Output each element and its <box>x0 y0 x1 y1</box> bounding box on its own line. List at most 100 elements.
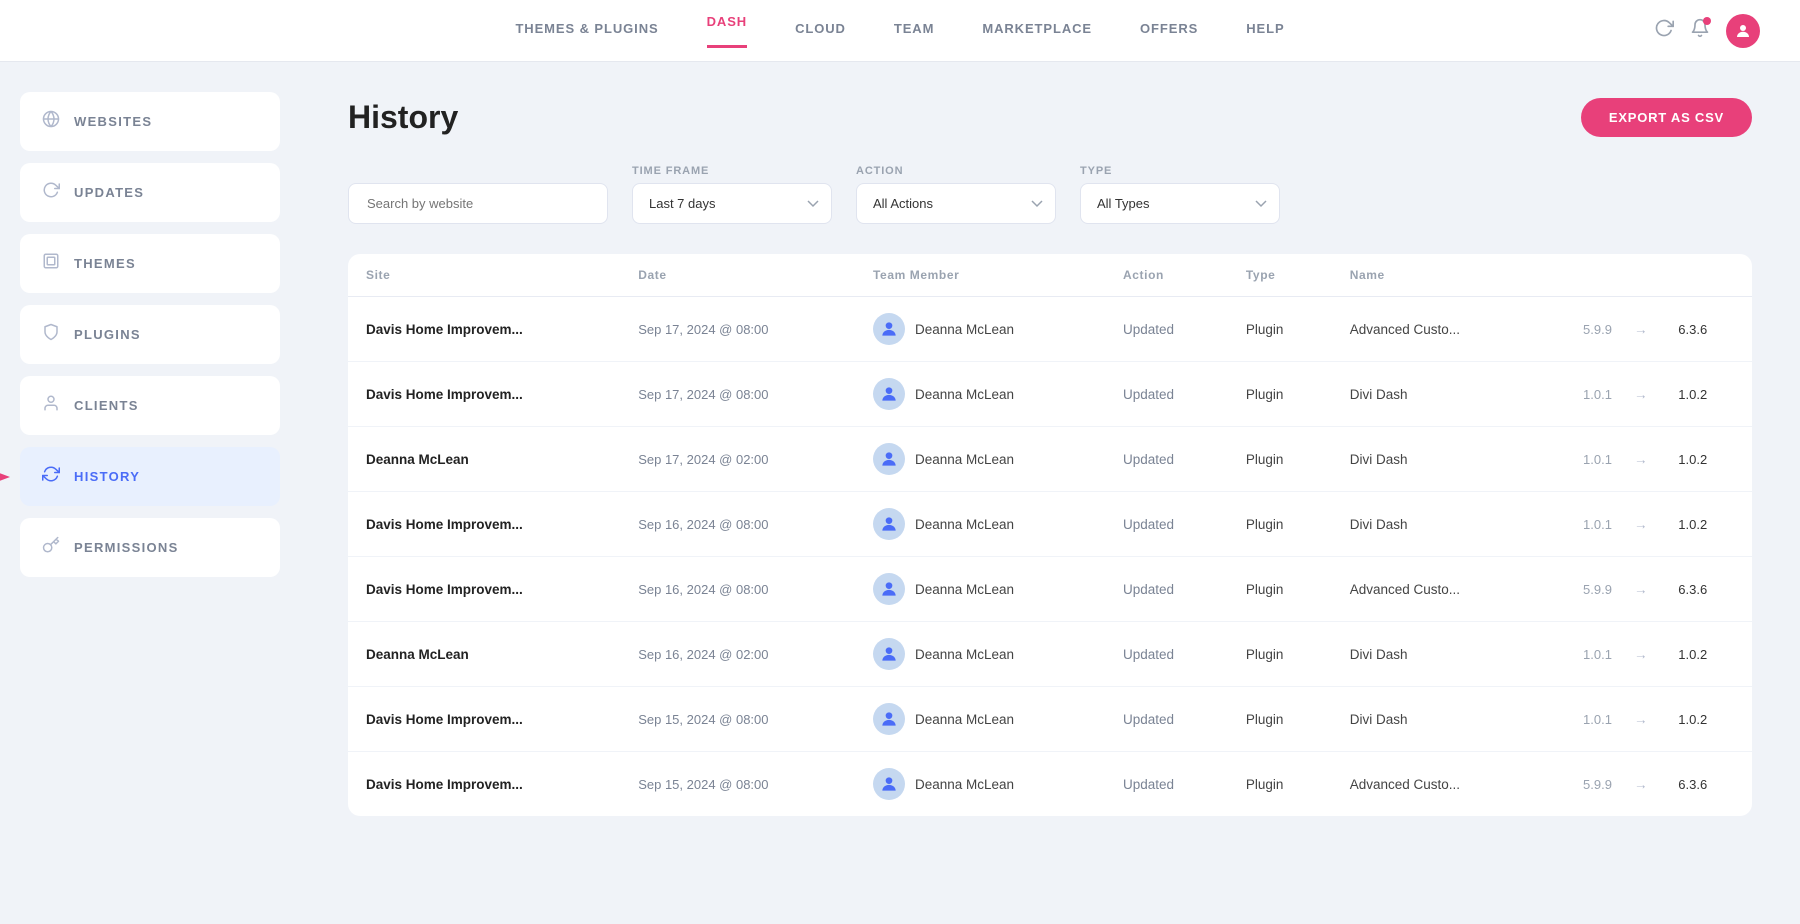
cell-name: Advanced Custo... <box>1332 297 1539 362</box>
sidebar-item-history[interactable]: HISTORY <box>20 447 280 506</box>
table-row: Davis Home Improvem... Sep 16, 2024 @ 08… <box>348 492 1752 557</box>
col-member: Team Member <box>855 254 1105 297</box>
nav-help[interactable]: HELP <box>1246 21 1284 40</box>
nav-right <box>1654 14 1760 48</box>
sidebar-label-websites: WEBSITES <box>74 114 152 129</box>
member-avatar <box>873 638 905 670</box>
cell-site: Davis Home Improvem... <box>348 362 620 427</box>
nav-team[interactable]: TEAM <box>894 21 934 40</box>
member-avatar <box>873 703 905 735</box>
cell-version-from: 5.9.9 <box>1538 557 1630 622</box>
sidebar-item-clients[interactable]: CLIENTS <box>20 376 280 435</box>
search-input[interactable] <box>348 183 608 224</box>
col-type: Type <box>1228 254 1332 297</box>
timeframe-group: TIME FRAME Last 7 days Last 30 days Last… <box>632 165 832 224</box>
action-select[interactable]: All Actions Updated Installed <box>856 183 1056 224</box>
type-select[interactable]: All Types Plugin Theme <box>1080 183 1280 224</box>
nav-offers[interactable]: OFFERS <box>1140 21 1198 40</box>
nav-themes-plugins[interactable]: THEMES & PLUGINS <box>515 21 658 40</box>
globe-icon <box>42 110 60 133</box>
notification-dot <box>1703 17 1711 25</box>
table-row: Davis Home Improvem... Sep 15, 2024 @ 08… <box>348 752 1752 817</box>
member-avatar <box>873 573 905 605</box>
table-header-row: Site Date Team Member Action Type Name <box>348 254 1752 297</box>
cell-member: Deanna McLean <box>855 622 1105 687</box>
sidebar-label-clients: CLIENTS <box>74 398 139 413</box>
cell-version-from: 1.0.1 <box>1538 427 1630 492</box>
history-table-container: Site Date Team Member Action Type Name D… <box>348 254 1752 816</box>
cell-action: Updated <box>1105 362 1228 427</box>
cell-version-to: 6.3.6 <box>1660 557 1752 622</box>
col-site: Site <box>348 254 620 297</box>
refresh-button[interactable] <box>1654 18 1674 43</box>
cell-version-arrow: → <box>1630 752 1660 817</box>
sidebar-item-websites[interactable]: WEBSITES <box>20 92 280 151</box>
table-row: Deanna McLean Sep 16, 2024 @ 02:00 Deann… <box>348 622 1752 687</box>
themes-icon <box>42 252 60 275</box>
table-row: Davis Home Improvem... Sep 17, 2024 @ 08… <box>348 297 1752 362</box>
cell-type: Plugin <box>1228 427 1332 492</box>
cell-version-from: 1.0.1 <box>1538 622 1630 687</box>
timeframe-select[interactable]: Last 7 days Last 30 days Last 90 days <box>632 183 832 224</box>
history-icon <box>42 465 60 488</box>
action-group: ACTION All Actions Updated Installed <box>856 165 1056 224</box>
nav-cloud[interactable]: CLOUD <box>795 21 846 40</box>
cell-action: Updated <box>1105 622 1228 687</box>
cell-member: Deanna McLean <box>855 297 1105 362</box>
table-row: Davis Home Improvem... Sep 15, 2024 @ 08… <box>348 687 1752 752</box>
sidebar-item-permissions[interactable]: PERMISSIONS <box>20 518 280 577</box>
export-csv-button[interactable]: EXPORT AS CSV <box>1581 98 1752 137</box>
member-name: Deanna McLean <box>915 387 1014 402</box>
sidebar-item-updates[interactable]: UPDATES <box>20 163 280 222</box>
updates-icon <box>42 181 60 204</box>
cell-version-to: 1.0.2 <box>1660 427 1752 492</box>
notification-button[interactable] <box>1690 18 1710 43</box>
cell-date: Sep 16, 2024 @ 02:00 <box>620 622 855 687</box>
cell-site: Davis Home Improvem... <box>348 752 620 817</box>
cell-site: Davis Home Improvem... <box>348 492 620 557</box>
sidebar-item-themes[interactable]: THEMES <box>20 234 280 293</box>
page-header: History EXPORT AS CSV <box>348 98 1752 137</box>
nav-dash[interactable]: DASH <box>707 14 747 48</box>
member-name: Deanna McLean <box>915 322 1014 337</box>
col-date: Date <box>620 254 855 297</box>
cell-member: Deanna McLean <box>855 492 1105 557</box>
sidebar-item-plugins[interactable]: PLUGINS <box>20 305 280 364</box>
action-label: ACTION <box>856 165 1056 177</box>
cell-type: Plugin <box>1228 297 1332 362</box>
clients-icon <box>42 394 60 417</box>
cell-date: Sep 17, 2024 @ 08:00 <box>620 362 855 427</box>
sidebar-label-plugins: PLUGINS <box>74 327 141 342</box>
cell-version-to: 1.0.2 <box>1660 492 1752 557</box>
type-group: TYPE All Types Plugin Theme <box>1080 165 1280 224</box>
main-layout: WEBSITES UPDATES THEMES PLUGINS CLIENTS <box>0 62 1800 924</box>
sidebar-label-history: HISTORY <box>74 469 140 484</box>
search-group <box>348 183 608 224</box>
member-avatar <box>873 313 905 345</box>
cell-site: Deanna McLean <box>348 622 620 687</box>
cell-version-to: 6.3.6 <box>1660 752 1752 817</box>
cell-type: Plugin <box>1228 752 1332 817</box>
cell-type: Plugin <box>1228 362 1332 427</box>
member-name: Deanna McLean <box>915 777 1014 792</box>
cell-action: Updated <box>1105 427 1228 492</box>
member-avatar <box>873 768 905 800</box>
nav-marketplace[interactable]: MARKETPLACE <box>982 21 1092 40</box>
avatar[interactable] <box>1726 14 1760 48</box>
cell-member: Deanna McLean <box>855 687 1105 752</box>
col-version <box>1538 254 1752 297</box>
cell-member: Deanna McLean <box>855 752 1105 817</box>
cell-name: Divi Dash <box>1332 362 1539 427</box>
cell-action: Updated <box>1105 687 1228 752</box>
sidebar-label-permissions: PERMISSIONS <box>74 540 179 555</box>
plugins-icon <box>42 323 60 346</box>
filters-row: TIME FRAME Last 7 days Last 30 days Last… <box>348 165 1752 224</box>
cell-date: Sep 16, 2024 @ 08:00 <box>620 557 855 622</box>
cell-site: Deanna McLean <box>348 427 620 492</box>
cell-version-from: 5.9.9 <box>1538 752 1630 817</box>
col-action: Action <box>1105 254 1228 297</box>
member-avatar <box>873 378 905 410</box>
cell-version-arrow: → <box>1630 557 1660 622</box>
cell-name: Divi Dash <box>1332 622 1539 687</box>
cell-version-arrow: → <box>1630 687 1660 752</box>
